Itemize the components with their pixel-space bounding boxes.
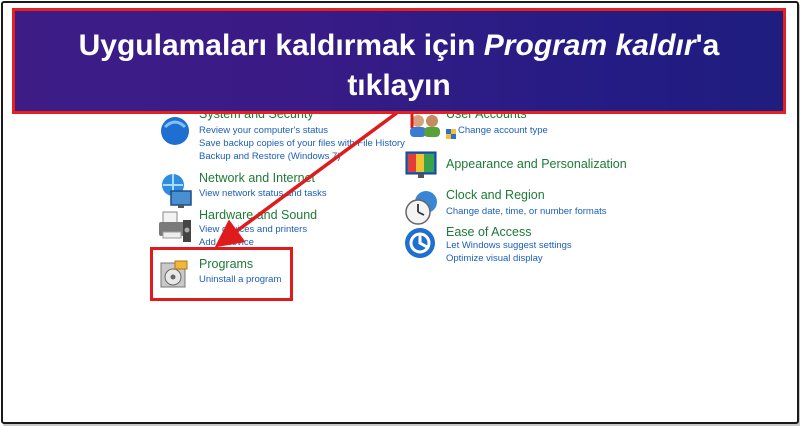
banner-prefix: Uygulamaları kaldırmak için [78,29,484,62]
instruction-banner: Uygulamaları kaldırmak için Program kald… [12,8,786,114]
banner-emphasis: Program kaldır [483,29,696,62]
banner-suffix: 'a [695,29,720,62]
banner-line-2: tıklayın [347,69,451,102]
arrow-to-programs [214,110,400,248]
banner-line-1: Uygulamaları kaldırmak için Program kald… [15,29,783,63]
